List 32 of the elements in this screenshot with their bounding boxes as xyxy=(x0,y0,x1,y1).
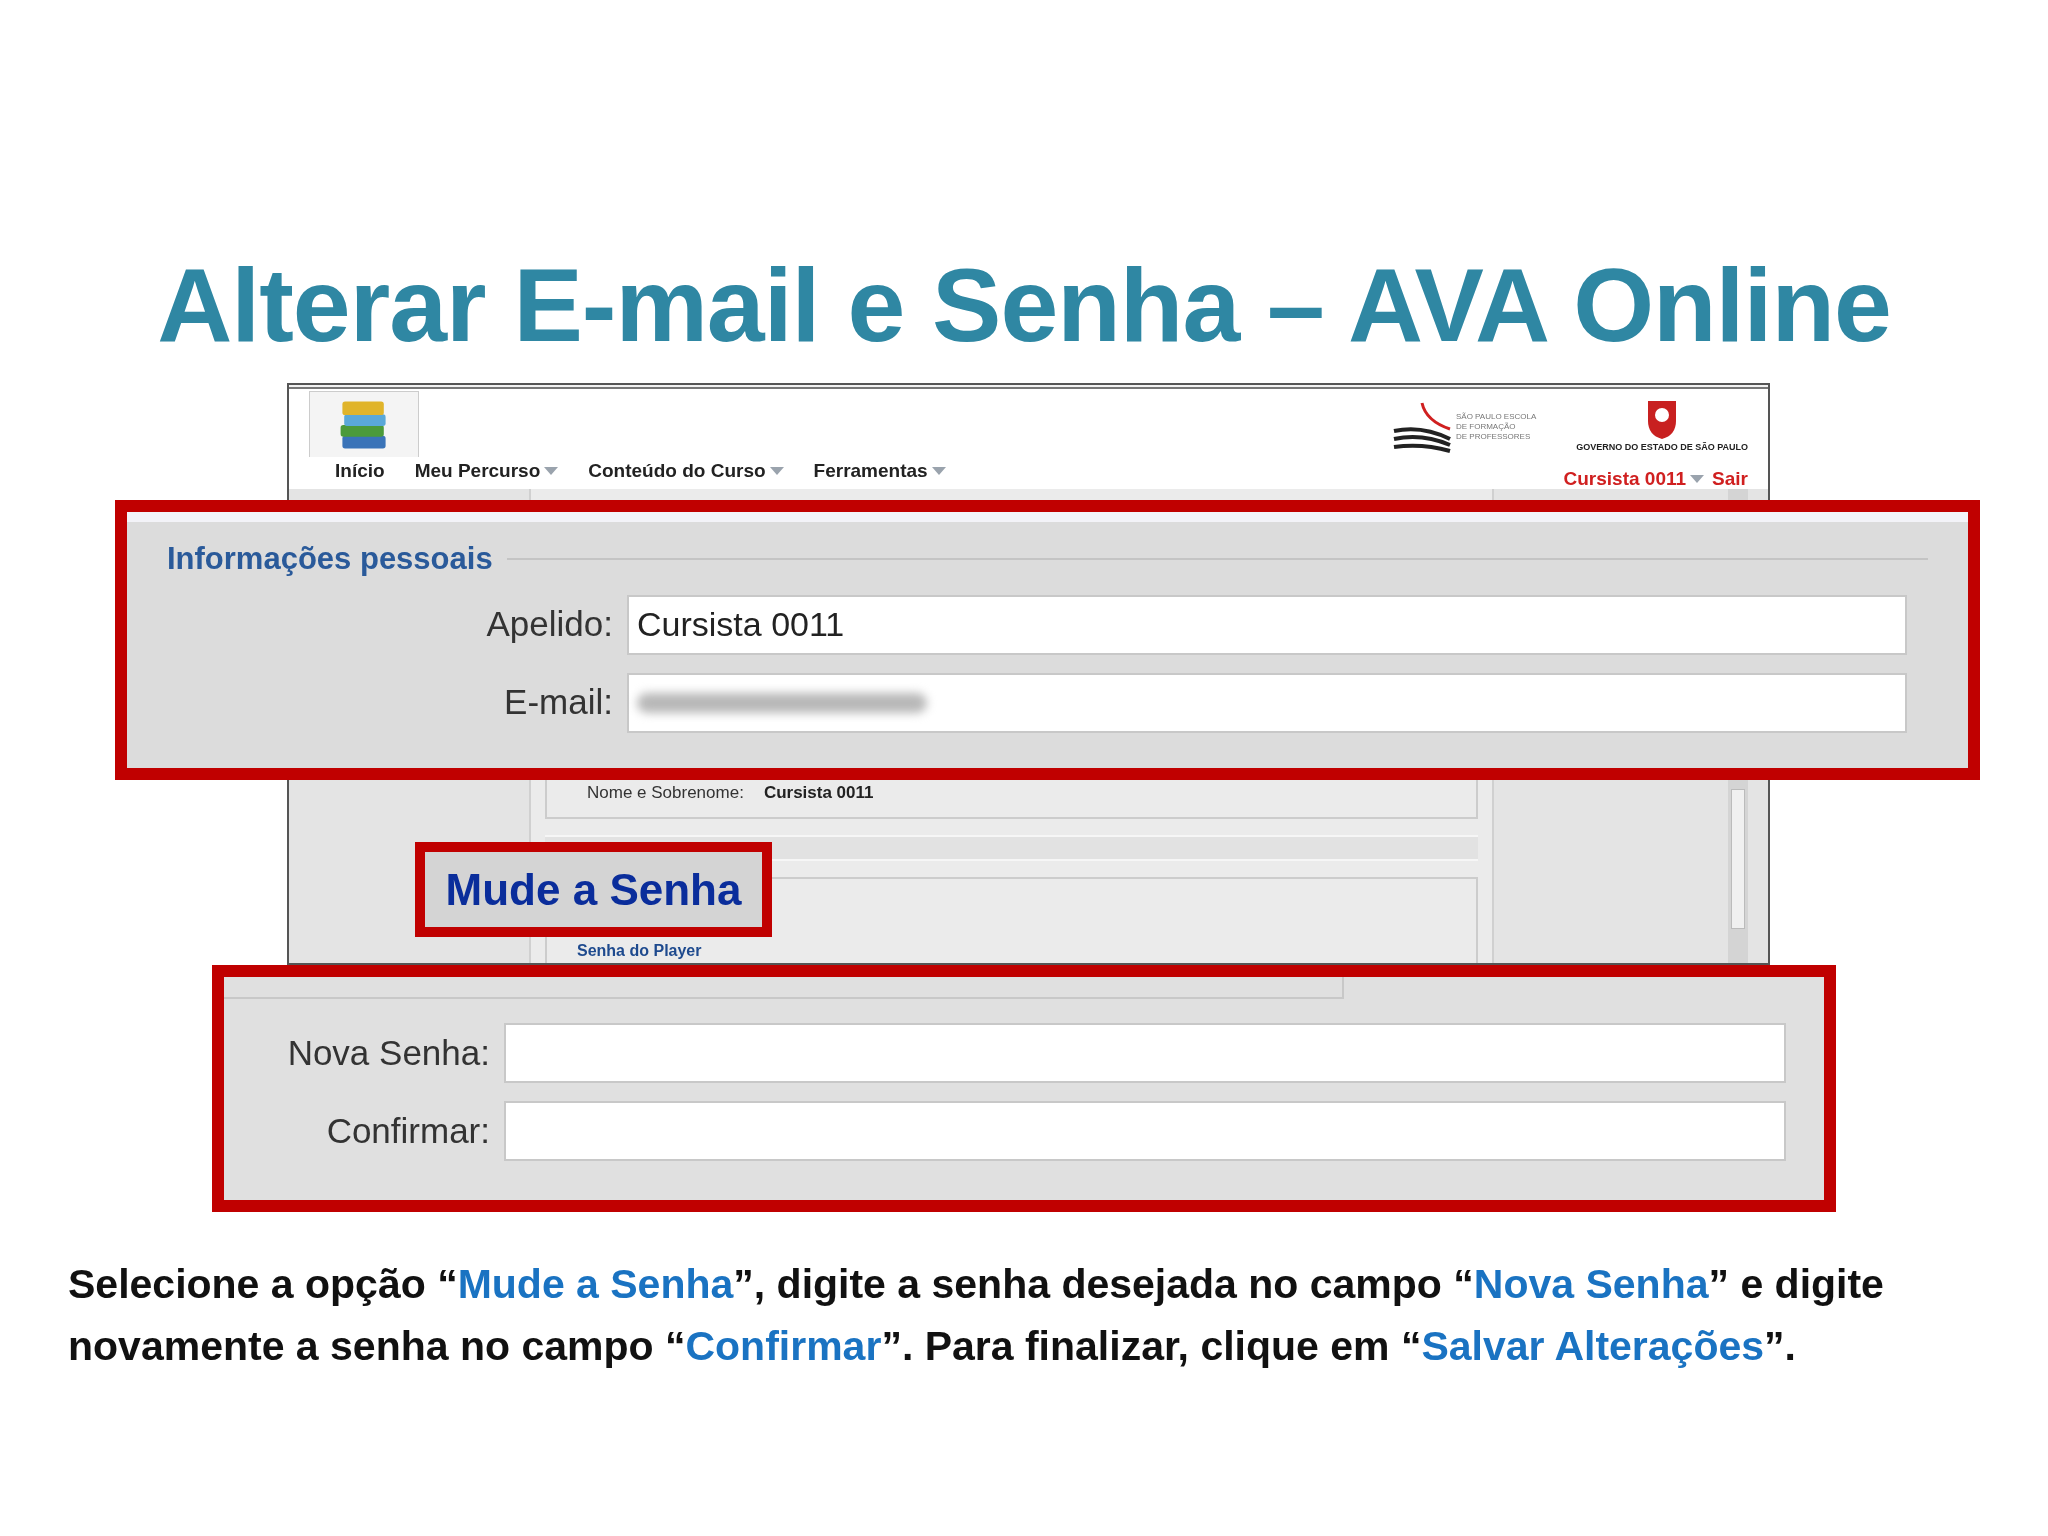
home-tab[interactable] xyxy=(309,391,419,457)
nav-menu[interactable]: Meu Percurso xyxy=(414,457,559,486)
field-label: Apelido: xyxy=(485,603,613,646)
government-text: GOVERNO DO ESTADO DE SÃO PAULO xyxy=(1576,441,1748,454)
change-password-option[interactable]: Mude a Senha xyxy=(415,842,772,937)
logo-text: DE PROFESSORES xyxy=(1456,431,1532,442)
player-legend: Senha do Player xyxy=(577,942,702,959)
caret-icon xyxy=(1690,474,1705,483)
field-label: Nova Senha: xyxy=(286,1031,490,1074)
nav-menu[interactable]: Início xyxy=(335,457,385,486)
caret-icon xyxy=(931,467,946,476)
scrollbar[interactable] xyxy=(1731,789,1745,929)
field-label: Confirmar: xyxy=(325,1109,490,1152)
nav-menu[interactable]: Conteúdo do Curso xyxy=(588,457,784,486)
instructions-text: Selecione a opção “Mude a Senha”, digite a senha desejada no campo “Nova Senha” e digite novamente a senha no campo “Confirmar”. Para finalizar, clique em “Salvar Alterações”. xyxy=(67,1260,1885,1371)
caret-icon xyxy=(544,467,559,476)
input-field[interactable] xyxy=(504,1101,1786,1161)
input-field[interactable] xyxy=(504,1023,1786,1083)
name-label: Nome e Sobrenome: xyxy=(587,782,744,805)
caret-icon xyxy=(769,467,784,476)
section-legend: Informações pessoais xyxy=(167,536,493,583)
change-password-label: Mude a Senha xyxy=(445,863,742,916)
logout-link[interactable]: Sair xyxy=(1712,464,1748,493)
user-menu[interactable]: Cursista 0011 xyxy=(1563,464,1705,493)
name-value: Cursista 0011 xyxy=(763,782,874,805)
field-label: E-mail: xyxy=(503,681,613,724)
logo-text: SÃO PAULO ESCOLA xyxy=(1456,411,1537,422)
nav-menu[interactable]: Ferramentas xyxy=(813,457,946,486)
input-field[interactable]: Cursista 0011 xyxy=(627,594,1907,655)
input-field[interactable] xyxy=(627,672,1907,733)
slide-title: Alterar E-mail e Senha – AVA Online xyxy=(157,246,1891,365)
logo-text: DE FORMAÇÃO xyxy=(1456,421,1517,432)
